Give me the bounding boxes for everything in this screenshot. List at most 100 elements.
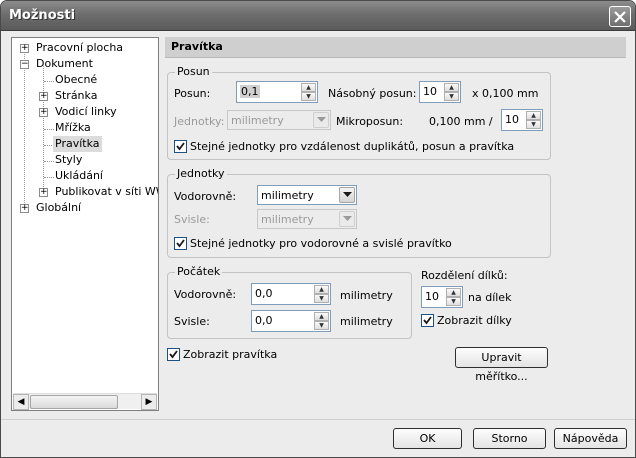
tree-item-dokument[interactable]: Dokument <box>34 56 95 72</box>
cancel-button[interactable]: Storno <box>473 428 546 449</box>
expand-icon[interactable]: + <box>39 108 48 117</box>
stepper-arrows: ▲ ▼ <box>301 83 316 101</box>
mikroposun-value: 10 <box>505 113 519 126</box>
tree-item-publikovat[interactable]: Publikovat v síti WWW <box>53 184 158 200</box>
tree-item-obecne[interactable]: Obecné <box>53 72 99 88</box>
deleni-stepper[interactable]: 10 ▲ ▼ <box>421 286 463 308</box>
expand-icon[interactable]: + <box>20 204 29 213</box>
tree-item-pracovni-plocha[interactable]: Pracovní plocha <box>34 40 125 56</box>
nasobny-posun-value: 10 <box>423 85 437 98</box>
horizontal-scrollbar[interactable]: ◀ ▶ <box>13 393 157 410</box>
show-ticks-checkbox[interactable] <box>421 314 434 327</box>
nasobny-posun-stepper[interactable]: 10 ▲ ▼ <box>419 81 461 103</box>
nasobny-posun-label: Násobný posun: <box>328 87 417 100</box>
tree-line <box>24 50 25 209</box>
spin-down-icon[interactable]: ▼ <box>314 294 329 303</box>
spin-down-icon[interactable]: ▼ <box>444 92 459 101</box>
same-units-rulers-checkbox[interactable] <box>174 237 187 250</box>
page-title: Pravítka <box>165 37 626 58</box>
pocatek-vodorovne-value: 0,0 <box>255 287 273 300</box>
category-tree[interactable]: + Pracovní plocha − Dokument Obecné + St… <box>11 37 159 411</box>
spin-up-icon[interactable]: ▲ <box>301 83 316 92</box>
check-icon <box>176 239 185 248</box>
pocatek-vodorovne-stepper[interactable]: 0,0 ▲ ▼ <box>251 283 331 305</box>
edit-scale-button[interactable]: Upravit měřítko... <box>455 347 548 383</box>
tree-item-label: Vodicí linky <box>55 105 117 118</box>
vodorovne-units-select[interactable]: milimetry <box>257 185 357 205</box>
window-title: Možnosti <box>9 8 76 23</box>
check-icon <box>423 316 432 325</box>
expand-icon[interactable]: + <box>39 188 48 197</box>
scroll-left-icon[interactable]: ◀ <box>13 394 29 410</box>
tree-item-mrizka[interactable]: Mřížka <box>53 120 93 136</box>
spin-up-icon[interactable]: ▲ <box>444 83 459 92</box>
tree-item-label: Ukládání <box>55 169 103 182</box>
group-title: Posun <box>175 65 212 78</box>
deleni-unit: na dílek <box>468 291 512 304</box>
scroll-right-icon[interactable]: ▶ <box>141 394 157 410</box>
title-bar: Možnosti <box>1 1 635 31</box>
spin-up-icon[interactable]: ▲ <box>314 285 329 294</box>
chevron-down-icon <box>339 211 355 227</box>
group-title: Jednotky <box>175 167 227 180</box>
posun-jednotky-select[interactable]: milimetry <box>227 110 331 130</box>
tree-item-label: Styly <box>55 153 83 166</box>
tree-item-vodici-linky[interactable]: Vodicí linky <box>53 104 119 120</box>
tree-item-label: Publikovat v síti WWW <box>55 185 158 198</box>
pocatek-vodorovne-label: Vodorovně: <box>174 288 237 301</box>
pocatek-svisle-label: Svisle: <box>174 315 210 328</box>
show-ticks-label: Zobrazit dílky <box>437 314 512 327</box>
chevron-down-icon <box>313 112 329 128</box>
spin-up-icon[interactable]: ▲ <box>446 288 461 297</box>
stepper-arrows: ▲ ▼ <box>314 285 329 303</box>
close-button[interactable] <box>609 6 631 27</box>
spin-up-icon[interactable]: ▲ <box>526 111 541 120</box>
tree-item-ukladani[interactable]: Ukládání <box>53 168 105 184</box>
nasobny-posun-unit: x 0,100 mm <box>472 87 539 100</box>
spin-up-icon[interactable]: ▲ <box>314 312 329 321</box>
scroll-thumb[interactable] <box>30 395 118 409</box>
check-icon <box>176 142 185 151</box>
chevron-down-icon <box>339 187 355 203</box>
help-button[interactable]: Nápověda <box>554 428 627 449</box>
deleni-label: Rozdělení dílků: <box>421 269 508 282</box>
same-units-rulers-label: Stejné jednotky pro vodorovné a svislé p… <box>190 237 452 250</box>
select-value: milimetry <box>261 213 314 226</box>
same-units-posun-checkbox[interactable] <box>174 140 187 153</box>
stepper-arrows: ▲ ▼ <box>526 111 541 129</box>
tree-item-globalni[interactable]: Globální <box>34 200 83 216</box>
divider <box>1 419 635 420</box>
ok-button[interactable]: OK <box>393 428 462 449</box>
tree-item-pravitka[interactable]: Pravítka <box>53 136 102 152</box>
svisle-label: Svisle: <box>174 213 210 226</box>
posun-stepper[interactable]: 0,1 ▲ ▼ <box>236 81 318 103</box>
stepper-arrows: ▲ ▼ <box>314 312 329 330</box>
mikroposun-unit: 0,100 mm / <box>429 115 493 128</box>
posun-value: 0,1 <box>240 85 260 98</box>
pocatek-svisle-stepper[interactable]: 0,0 ▲ ▼ <box>251 310 331 332</box>
mikroposun-stepper[interactable]: 10 ▲ ▼ <box>501 109 543 131</box>
spin-down-icon[interactable]: ▼ <box>446 297 461 306</box>
pocatek-svisle-value: 0,0 <box>255 314 273 327</box>
deleni-value: 10 <box>425 290 439 303</box>
select-value: milimetry <box>231 114 284 127</box>
show-rulers-checkbox[interactable] <box>167 348 180 361</box>
pocatek-svisle-unit: milimetry <box>340 315 393 328</box>
spin-down-icon[interactable]: ▼ <box>314 321 329 330</box>
expand-icon[interactable]: + <box>39 92 48 101</box>
stepper-arrows: ▲ ▼ <box>444 83 459 101</box>
expand-icon[interactable]: + <box>20 44 29 53</box>
tree-item-label: Pracovní plocha <box>36 41 124 54</box>
spin-down-icon[interactable]: ▼ <box>301 92 316 101</box>
tree-item-label: Mřížka <box>55 121 91 134</box>
pocatek-vodorovne-unit: milimetry <box>340 289 393 302</box>
tree-item-stranka[interactable]: Stránka <box>53 88 99 104</box>
collapse-icon[interactable]: − <box>20 60 29 69</box>
tree-item-styly[interactable]: Styly <box>53 152 84 168</box>
spin-down-icon[interactable]: ▼ <box>526 120 541 129</box>
posun-label: Posun: <box>174 87 211 100</box>
svisle-units-select[interactable]: milimetry <box>257 209 357 229</box>
show-rulers-label: Zobrazit pravítka <box>183 348 278 361</box>
jednotky-label: Jednotky: <box>174 115 225 128</box>
close-icon <box>614 11 626 23</box>
